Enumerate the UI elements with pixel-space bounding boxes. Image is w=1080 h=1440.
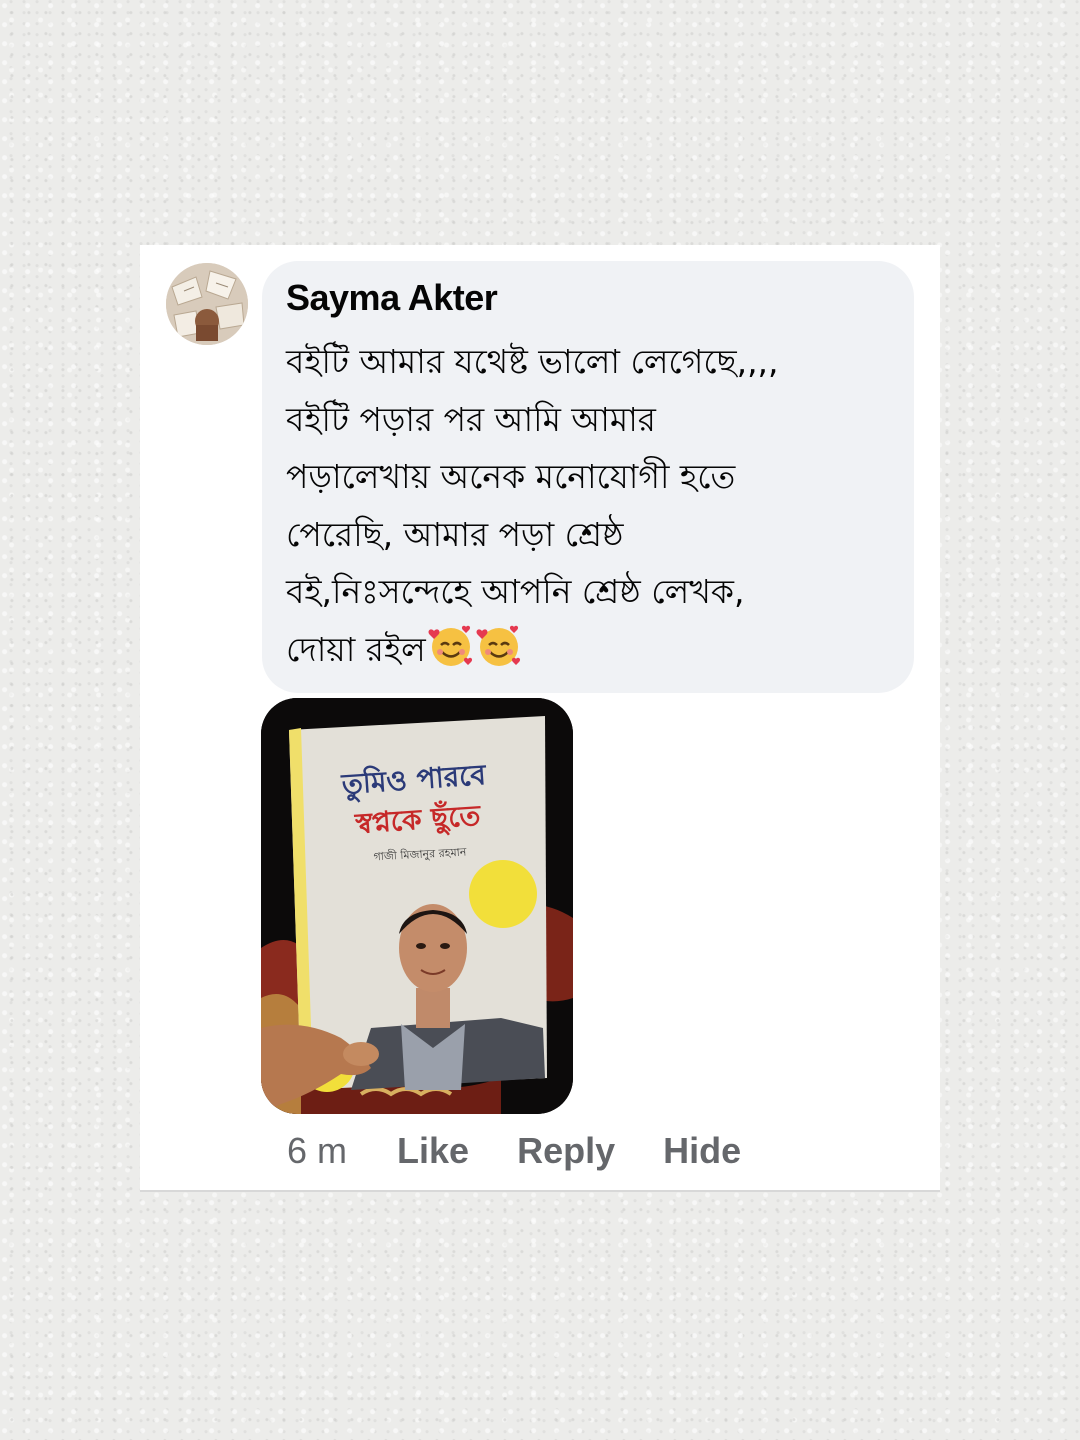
- comment-text: বইটি আমার যথেষ্ট ভালো লেগেছে,,,, বইটি পড…: [286, 342, 779, 669]
- author-name[interactable]: Sayma Akter: [286, 277, 498, 319]
- avatar-image: [166, 263, 248, 345]
- comment-timestamp[interactable]: 6 m: [287, 1130, 347, 1171]
- smiling-face-with-hearts-icon: [476, 625, 520, 666]
- reply-button[interactable]: Reply: [517, 1130, 615, 1171]
- hide-button[interactable]: Hide: [663, 1130, 741, 1171]
- comment-bubble: Sayma Akter বইটি আমার যথেষ্ট ভালো লেগেছে…: [262, 261, 914, 693]
- like-button[interactable]: Like: [397, 1130, 469, 1171]
- avatar[interactable]: [166, 263, 248, 345]
- comment-actions: 6 m Like Reply Hide: [287, 1130, 779, 1174]
- comment-text-block: বইটি আমার যথেষ্ট ভালো লেগেছে,,,, বইটি পড…: [286, 333, 906, 678]
- attached-photo[interactable]: তুমিও পারবে স্বপ্নকে ছুঁতে গাজী মিজানুর …: [261, 698, 573, 1114]
- smiling-face-with-hearts-icon: [428, 625, 472, 666]
- comment-card: Sayma Akter বইটি আমার যথেষ্ট ভালো লেগেছে…: [140, 245, 940, 1192]
